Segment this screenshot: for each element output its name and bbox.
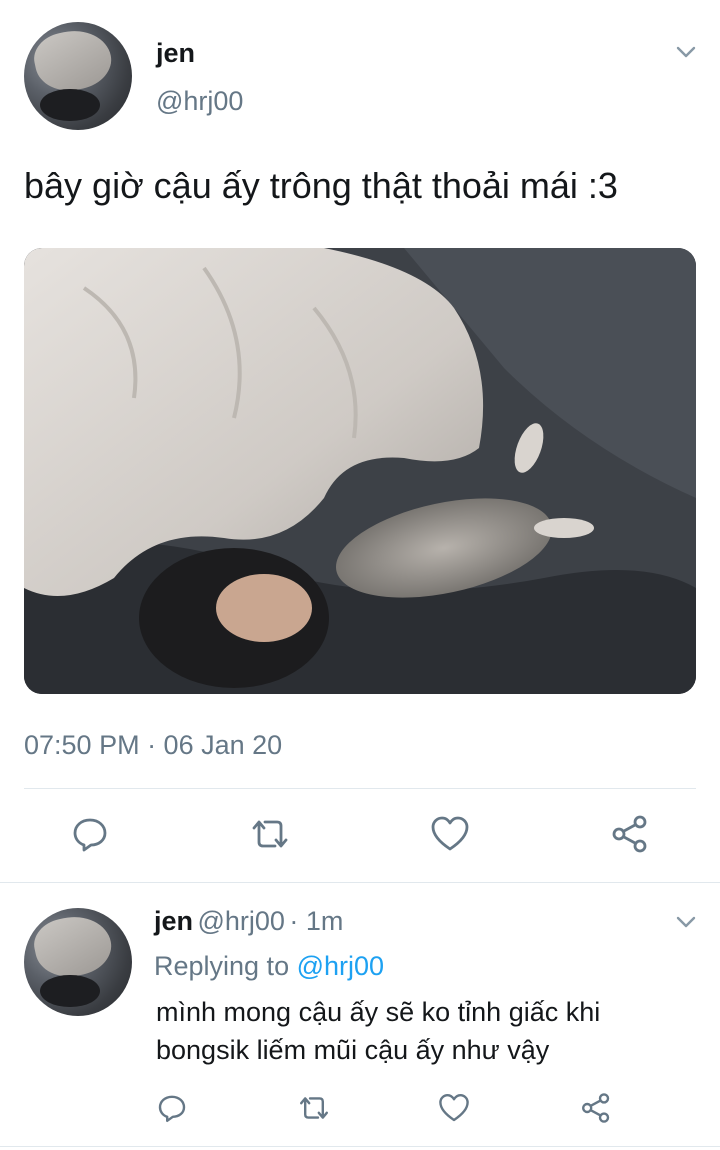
tweet-timestamp[interactable]: 07:50 PM · 06 Jan 20 [24,730,282,761]
reply-icon[interactable] [70,814,110,854]
retweet-icon[interactable] [296,1092,332,1124]
share-icon[interactable] [610,814,650,854]
reply-header: jen @hrj00 · 1m [154,906,343,937]
heart-icon[interactable] [430,814,470,854]
reply-time[interactable]: · 1m [289,906,343,936]
section-divider [0,882,720,883]
author-handle[interactable]: @hrj00 [156,86,243,117]
reply-author-name[interactable]: jen [154,906,193,936]
retweet-icon[interactable] [248,814,292,854]
reply-text-line2: bongsik liếm mũi cậu ấy như vậy [156,1035,550,1065]
photo-icon [24,248,696,694]
author-name[interactable]: jen [156,38,195,69]
replying-to-handle[interactable]: @hrj00 [297,951,384,981]
chevron-down-icon[interactable] [674,910,698,934]
bottom-divider [0,1146,720,1147]
divider [24,788,696,789]
reply-text-line1: mình mong cậu ấy sẽ ko tỉnh giấc khi [156,997,601,1027]
replying-to-label: Replying to [154,951,290,981]
tweet-photo[interactable] [24,248,696,694]
reply-author-avatar[interactable] [24,908,132,1016]
heart-icon[interactable] [438,1092,470,1124]
chevron-down-icon[interactable] [674,40,698,64]
replying-to: Replying to @hrj00 [154,951,384,982]
reply-icon[interactable] [156,1092,188,1124]
tweet-text: bây giờ cậu ấy trông thật thoải mái :3 [24,165,618,206]
share-icon[interactable] [580,1092,612,1124]
reply-author-handle[interactable]: @hrj00 [197,906,284,936]
author-avatar[interactable] [24,22,132,130]
